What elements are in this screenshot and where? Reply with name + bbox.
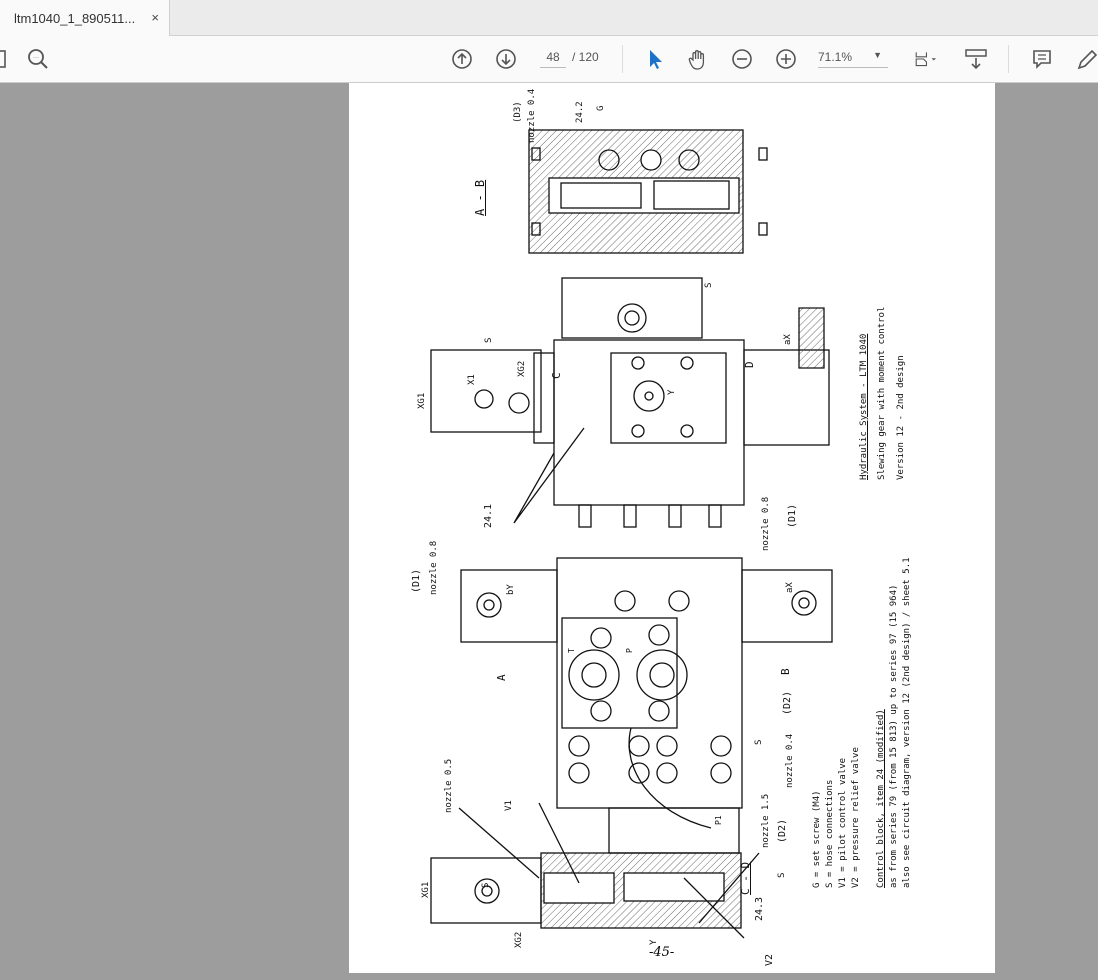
zoom-level-dropdown[interactable]: 71.1% ▼ <box>818 50 888 68</box>
label-v1: V1 <box>504 800 514 811</box>
label-by: bY <box>506 584 516 595</box>
select-tool-icon[interactable] <box>643 47 667 71</box>
previous-page-button[interactable] <box>450 47 474 71</box>
legend-line: G = set screw (M4) <box>812 790 822 888</box>
section-ab-title: A - B <box>473 179 487 216</box>
title-block-line: Version 12 - 2nd design <box>896 355 906 480</box>
label-xg1: XG1 <box>417 392 427 409</box>
caption-line: Control block, item 24 (modified) <box>876 709 886 888</box>
label-s: S <box>484 337 494 343</box>
toolbar: ··· 48 / 120 71.1% ▼ <box>0 36 1098 83</box>
fit-page-icon[interactable] <box>908 47 942 71</box>
zoom-out-button[interactable] <box>730 47 754 71</box>
label-v2: V2 <box>764 953 775 966</box>
hand-tool-icon[interactable] <box>686 47 710 71</box>
label-a: A <box>495 674 508 681</box>
divider <box>622 45 623 73</box>
label-d2: (D2) <box>777 818 788 843</box>
caption-line: also see circuit diagram, version 12 (2n… <box>902 557 912 888</box>
title-block-line: Slewing gear with moment control <box>877 306 887 480</box>
label-d: D <box>743 361 756 368</box>
legend-line: S = hose connections <box>825 779 835 888</box>
next-page-button[interactable] <box>494 47 518 71</box>
legend-line: V2 = pressure relief valve <box>851 747 861 888</box>
caption-line: as from series 79 (from 15 813) up to se… <box>889 584 899 888</box>
label-s: S <box>754 739 764 745</box>
label-x1: X1 <box>467 374 477 385</box>
label-c: C <box>550 372 563 379</box>
front-view <box>460 557 833 829</box>
zoom-in-button[interactable] <box>774 47 798 71</box>
label-part: 24.3 <box>754 896 765 921</box>
label-nozzle: nozzle 0.4 <box>785 733 795 788</box>
label-d1: (D1) <box>411 568 422 593</box>
tab-title: ltm1040_1_890511... <box>14 11 136 26</box>
label-xg2: XG2 <box>517 360 527 377</box>
label-part: 24.2 <box>575 101 585 123</box>
label-s: S <box>704 282 714 288</box>
label-xg1: XG1 <box>421 881 431 898</box>
search-icon[interactable]: ··· <box>26 47 50 71</box>
legend-line: V1 = pilot control valve <box>838 757 848 888</box>
zoom-level-value: 71.1% <box>818 50 853 64</box>
label-nozzle: nozzle 0.8 <box>429 540 439 595</box>
section-cd-title: C - D <box>739 861 752 895</box>
section-cd-view <box>430 802 760 939</box>
label-nozzle: nozzle 1.5 <box>761 793 771 848</box>
comment-icon[interactable] <box>1030 47 1054 71</box>
page-thumbnail-icon[interactable] <box>0 47 12 71</box>
page-total: / 120 <box>572 50 599 64</box>
page-number-input[interactable]: 48 <box>540 50 566 68</box>
section-ab-view <box>528 129 768 254</box>
close-tab-icon[interactable]: × <box>151 10 159 25</box>
label-t: T <box>567 648 576 653</box>
highlight-pen-icon[interactable] <box>1074 47 1098 71</box>
label-part: 24.1 <box>483 503 494 528</box>
label-xg2: XG2 <box>514 931 524 948</box>
label-s: S <box>777 872 787 878</box>
caption-title: Control block, item 24 (modified) <box>876 709 886 888</box>
label-y: Y <box>667 389 677 395</box>
tab-bar: ltm1040_1_890511... × <box>0 0 1098 37</box>
svg-text:···: ··· <box>33 55 39 61</box>
document-tab[interactable]: ltm1040_1_890511... × <box>0 0 170 37</box>
label-d3: (D3) <box>513 101 523 123</box>
label-nozzle: nozzle 0.8 <box>761 496 771 551</box>
label-ax: aX <box>783 334 793 345</box>
label-ax: aX <box>785 582 795 593</box>
label-d1: (D1) <box>787 503 798 528</box>
title-block-line: Hydraulic System - LTM 1040 <box>859 333 869 480</box>
label-b: B <box>779 668 792 675</box>
label-p1: P1 <box>714 815 723 825</box>
label-nozzle: nozzle 0.5 <box>444 758 454 813</box>
label-g: G <box>596 105 606 111</box>
page-number-printed: -45- <box>649 945 675 960</box>
top-view <box>430 277 830 528</box>
pdf-page: (D3) nozzle 0.4 24.2 G A - B S S XG1 X1 … <box>349 83 995 973</box>
divider <box>1008 45 1009 73</box>
label-p: P <box>625 648 634 653</box>
label-s: S <box>481 882 491 888</box>
label-d2: (D2) <box>782 690 793 715</box>
label-nozzle: nozzle 0.4 <box>527 88 537 143</box>
chevron-down-icon: ▼ <box>873 50 882 60</box>
scrolling-mode-icon[interactable] <box>964 47 988 71</box>
